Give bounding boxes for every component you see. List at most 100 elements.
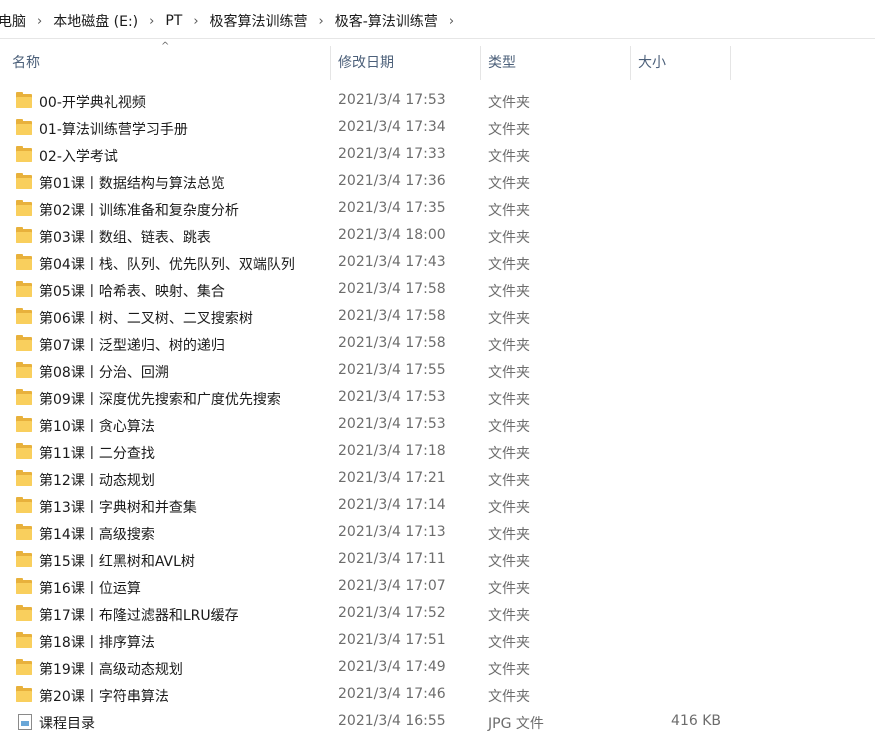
file-date: 2021/3/4 17:43: [338, 254, 446, 270]
folder-icon: [16, 551, 32, 567]
file-date: 2021/3/4 17:49: [338, 659, 446, 675]
file-name: 第20课丨字符串算法: [39, 689, 169, 705]
file-type: 文件夹: [488, 230, 530, 246]
breadcrumb-item-pt[interactable]: PT: [163, 13, 184, 29]
file-row[interactable]: 02-入学考试 2021/3/4 17:33 文件夹: [0, 142, 740, 169]
chevron-right-icon[interactable]: ›: [440, 14, 463, 29]
file-row[interactable]: 第13课丨字典树和并查集 2021/3/4 17:14 文件夹: [0, 493, 740, 520]
column-divider[interactable]: [630, 46, 631, 80]
file-name: 第09课丨深度优先搜索和广度优先搜索: [39, 392, 281, 408]
column-header-name[interactable]: 名称: [12, 44, 312, 82]
column-divider[interactable]: [330, 46, 331, 80]
file-name: 第15课丨红黑树和AVL树: [39, 554, 195, 570]
file-row[interactable]: 第14课丨高级搜索 2021/3/4 17:13 文件夹: [0, 520, 740, 547]
folder-icon: [16, 362, 32, 378]
file-type: 文件夹: [488, 689, 530, 705]
file-type: 文件夹: [488, 662, 530, 678]
file-row[interactable]: 第10课丨贪心算法 2021/3/4 17:53 文件夹: [0, 412, 740, 439]
folder-icon: [16, 92, 32, 108]
file-name: 第14课丨高级搜索: [39, 527, 155, 543]
file-type: 文件夹: [488, 581, 530, 597]
file-type: 文件夹: [488, 635, 530, 651]
file-name: 第16课丨位运算: [39, 581, 141, 597]
breadcrumb-item-course[interactable]: 极客算法训练营: [208, 11, 310, 31]
file-date: 2021/3/4 17:35: [338, 200, 446, 216]
file-row[interactable]: 第08课丨分治、回溯 2021/3/4 17:55 文件夹: [0, 358, 740, 385]
file-name: 课程目录: [39, 716, 95, 732]
file-row[interactable]: 01-算法训练营学习手册 2021/3/4 17:34 文件夹: [0, 115, 740, 142]
file-type: 文件夹: [488, 392, 530, 408]
chevron-right-icon[interactable]: ›: [184, 14, 207, 29]
column-divider[interactable]: [730, 46, 731, 80]
breadcrumb-item-current[interactable]: 极客-算法训练营: [333, 11, 440, 31]
file-row[interactable]: 第11课丨二分查找 2021/3/4 17:18 文件夹: [0, 439, 740, 466]
file-name: 第13课丨字典树和并查集: [39, 500, 197, 516]
file-name: 第08课丨分治、回溯: [39, 365, 169, 381]
file-type: 文件夹: [488, 176, 530, 192]
file-row[interactable]: 第03课丨数组、链表、跳表 2021/3/4 18:00 文件夹: [0, 223, 740, 250]
file-date: 2021/3/4 17:34: [338, 119, 446, 135]
file-type: 文件夹: [488, 473, 530, 489]
file-date: 2021/3/4 17:58: [338, 335, 446, 351]
file-row[interactable]: 第05课丨哈希表、映射、集合 2021/3/4 17:58 文件夹: [0, 277, 740, 304]
file-date: 2021/3/4 17:53: [338, 416, 446, 432]
file-row[interactable]: 第04课丨栈、队列、优先队列、双端队列 2021/3/4 17:43 文件夹: [0, 250, 740, 277]
column-header-size[interactable]: 大小: [638, 44, 718, 82]
file-row[interactable]: 第01课丨数据结构与算法总览 2021/3/4 17:36 文件夹: [0, 169, 740, 196]
file-type: 文件夹: [488, 311, 530, 327]
file-name: 第17课丨布隆过滤器和LRU缓存: [39, 608, 239, 624]
file-type: 文件夹: [488, 554, 530, 570]
file-date: 2021/3/4 18:00: [338, 227, 446, 243]
column-header-type[interactable]: 类型: [488, 44, 618, 82]
column-divider[interactable]: [480, 46, 481, 80]
folder-icon: [16, 524, 32, 540]
address-bar[interactable]: 电脑 › 本地磁盘 (E:) › PT › 极客算法训练营 › 极客-算法训练营…: [0, 0, 875, 39]
file-row[interactable]: 第12课丨动态规划 2021/3/4 17:21 文件夹: [0, 466, 740, 493]
file-type: 文件夹: [488, 284, 530, 300]
file-row[interactable]: 第19课丨高级动态规划 2021/3/4 17:49 文件夹: [0, 655, 740, 682]
file-row[interactable]: 第02课丨训练准备和复杂度分析 2021/3/4 17:35 文件夹: [0, 196, 740, 223]
file-type: 文件夹: [488, 257, 530, 273]
file-date: 2021/3/4 17:53: [338, 92, 446, 108]
file-date: 2021/3/4 17:52: [338, 605, 446, 621]
file-date: 2021/3/4 17:53: [338, 389, 446, 405]
file-type: 文件夹: [488, 365, 530, 381]
file-date: 2021/3/4 16:55: [338, 713, 446, 729]
file-row[interactable]: 第06课丨树、二叉树、二叉搜索树 2021/3/4 17:58 文件夹: [0, 304, 740, 331]
file-name: 第19课丨高级动态规划: [39, 662, 183, 678]
file-row[interactable]: 第09课丨深度优先搜索和广度优先搜索 2021/3/4 17:53 文件夹: [0, 385, 740, 412]
file-type: 文件夹: [488, 446, 530, 462]
file-name: 第06课丨树、二叉树、二叉搜索树: [39, 311, 253, 327]
folder-icon: [16, 308, 32, 324]
folder-icon: [16, 173, 32, 189]
file-row[interactable]: 第15课丨红黑树和AVL树 2021/3/4 17:11 文件夹: [0, 547, 740, 574]
file-date: 2021/3/4 17:21: [338, 470, 446, 486]
file-name: 第10课丨贪心算法: [39, 419, 155, 435]
column-header-date[interactable]: 修改日期: [338, 44, 468, 82]
chevron-right-icon[interactable]: ›: [310, 14, 333, 29]
folder-icon: [16, 281, 32, 297]
file-name: 00-开学典礼视频: [39, 95, 146, 111]
folder-icon: [16, 389, 32, 405]
folder-icon: [16, 632, 32, 648]
file-name: 02-入学考试: [39, 149, 118, 165]
chevron-right-icon[interactable]: ›: [140, 14, 163, 29]
file-row[interactable]: 第16课丨位运算 2021/3/4 17:07 文件夹: [0, 574, 740, 601]
file-size: 416 KB: [671, 713, 721, 729]
breadcrumb-item-drive[interactable]: 本地磁盘 (E:): [51, 11, 140, 31]
file-date: 2021/3/4 17:33: [338, 146, 446, 162]
file-row[interactable]: 第07课丨泛型递归、树的递归 2021/3/4 17:58 文件夹: [0, 331, 740, 358]
file-row[interactable]: 第18课丨排序算法 2021/3/4 17:51 文件夹: [0, 628, 740, 655]
file-row[interactable]: 第17课丨布隆过滤器和LRU缓存 2021/3/4 17:52 文件夹: [0, 601, 740, 628]
folder-icon: [16, 254, 32, 270]
file-row[interactable]: 00-开学典礼视频 2021/3/4 17:53 文件夹: [0, 88, 740, 115]
chevron-right-icon[interactable]: ›: [28, 14, 51, 29]
file-name: 第02课丨训练准备和复杂度分析: [39, 203, 239, 219]
breadcrumb-item-computer[interactable]: 电脑: [0, 11, 28, 31]
file-row[interactable]: 第20课丨字符串算法 2021/3/4 17:46 文件夹: [0, 682, 740, 709]
folder-icon: [16, 146, 32, 162]
folder-icon: [16, 227, 32, 243]
file-type: 文件夹: [488, 527, 530, 543]
folder-icon: [16, 335, 32, 351]
file-row[interactable]: 课程目录 2021/3/4 16:55 JPG 文件 416 KB: [0, 709, 740, 736]
